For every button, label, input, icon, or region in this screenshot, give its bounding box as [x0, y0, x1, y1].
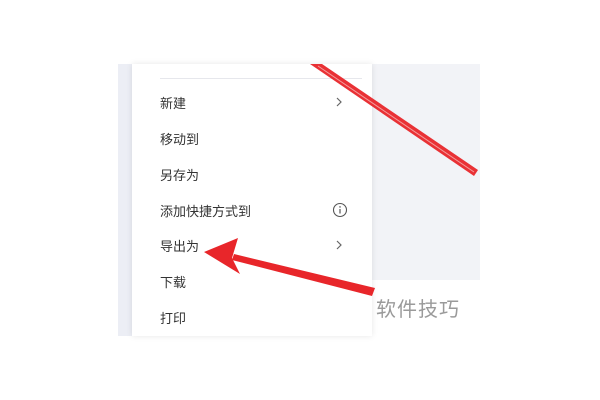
screenshot-stage: 新建 移动到 另存为 添加快捷方式到 导出为 下载 打印 软件技巧: [0, 0, 600, 400]
annotation-arrow-export: [232, 254, 375, 296]
annotation-line-top: [310, 64, 478, 176]
annotation-arrows: [204, 64, 478, 296]
